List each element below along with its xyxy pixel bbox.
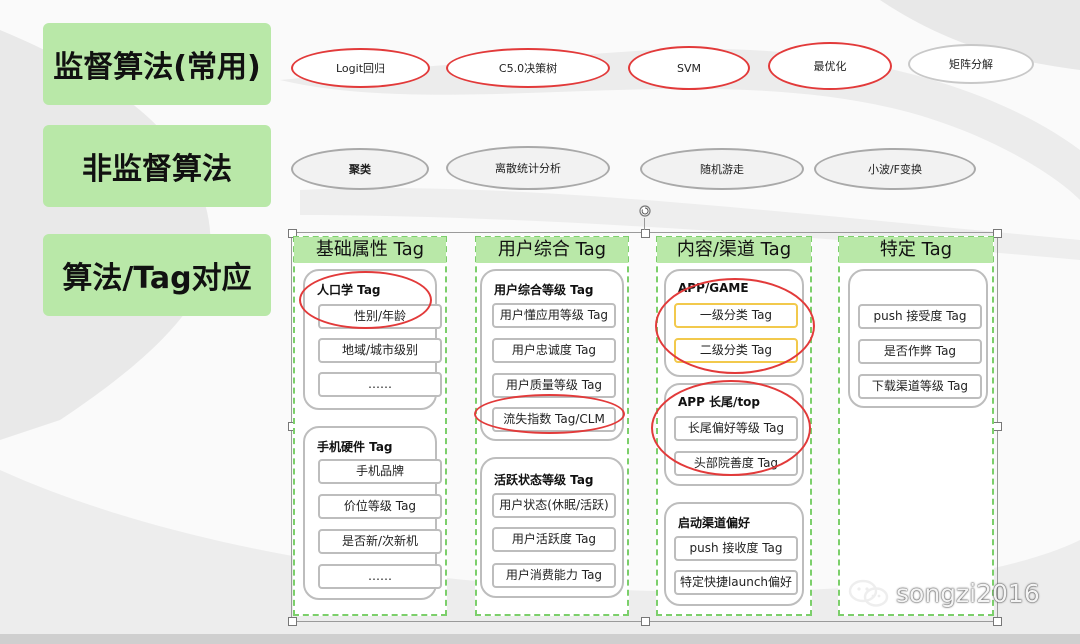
tag-item: push 接受度 Tag	[858, 304, 982, 329]
mapping-label: 算法/Tag对应	[43, 234, 271, 316]
resize-handle[interactable]	[288, 617, 297, 626]
group-title: 启动渠道偏好	[678, 516, 751, 530]
tag-item: 是否作弊 Tag	[858, 339, 982, 364]
algo-wavelet: 小波/F变换	[814, 148, 976, 190]
resize-handle[interactable]	[993, 617, 1002, 626]
panel-basic-attributes: 基础属性 Tag 人口学 Tag 性别/年龄 地域/城市级别 …… 手机硬件 T…	[293, 236, 447, 616]
tag-item: 地域/城市级别	[318, 338, 442, 363]
tag-item: 特定快捷launch偏好	[674, 570, 798, 595]
tag-item: ……	[318, 564, 442, 589]
watermark: songzi2016	[848, 576, 1040, 610]
tag-item: 用户状态(休眠/活跃)	[492, 493, 616, 518]
algo-random-walk: 随机游走	[640, 148, 804, 190]
resize-handle[interactable]	[641, 229, 650, 238]
group-active-status: 活跃状态等级 Tag 用户状态(休眠/活跃) 用户活跃度 Tag 用户消费能力 …	[480, 457, 624, 598]
group-title: APP 长尾/top	[678, 395, 761, 409]
tag-item: 头部院善度 Tag	[674, 451, 798, 476]
group-title: APP/GAME	[678, 281, 749, 295]
group-launch-channel: 启动渠道偏好 push 接收度 Tag 特定快捷launch偏好	[664, 502, 804, 606]
resize-handle[interactable]	[993, 422, 1002, 431]
tag-item: 长尾偏好等级 Tag	[674, 416, 798, 441]
algo-discrete-stats: 离散统计分析	[446, 146, 610, 190]
group-hardware: 手机硬件 Tag 手机品牌 价位等级 Tag 是否新/次新机 ……	[303, 426, 442, 600]
tag-item: 用户质量等级 Tag	[492, 373, 616, 398]
panel-content-channel: 内容/渠道 Tag APP/GAME 一级分类 Tag 二级分类 Tag APP…	[656, 236, 812, 616]
panel-user-composite: 用户综合 Tag 用户综合等级 Tag 用户懂应用等级 Tag 用户忠诚度 Ta…	[475, 236, 629, 616]
tag-item: 二级分类 Tag	[674, 338, 798, 363]
tag-item: 一级分类 Tag	[674, 303, 798, 328]
tag-item: 是否新/次新机	[318, 529, 442, 554]
group-title: 活跃状态等级 Tag	[494, 473, 594, 487]
rotate-handle-icon[interactable]	[638, 204, 652, 218]
tag-item: 用户消费能力 Tag	[492, 563, 616, 588]
tag-item: 流失指数 Tag/CLM	[492, 407, 616, 432]
supervised-label: 监督算法(常用)	[43, 23, 271, 105]
tag-item: 用户忠诚度 Tag	[492, 338, 616, 363]
group-title: 用户综合等级 Tag	[494, 283, 594, 297]
rotate-connector	[644, 218, 645, 230]
panel-header: 用户综合 Tag	[476, 237, 628, 263]
group-specific: push 接受度 Tag 是否作弊 Tag 下载渠道等级 Tag	[848, 269, 988, 408]
algo-matrix-factorization: 矩阵分解	[908, 44, 1034, 84]
wechat-icon	[848, 579, 889, 607]
panel-header: 内容/渠道 Tag	[657, 237, 811, 263]
tag-item: 用户活跃度 Tag	[492, 527, 616, 552]
bottom-band	[0, 634, 1080, 644]
tag-item: 价位等级 Tag	[318, 494, 442, 519]
tag-item: ……	[318, 372, 442, 397]
group-title: 人口学 Tag	[317, 283, 381, 297]
group-title: 手机硬件 Tag	[317, 440, 393, 454]
group-app-game: APP/GAME 一级分类 Tag 二级分类 Tag	[664, 269, 804, 377]
group-app-longtail: APP 长尾/top 长尾偏好等级 Tag 头部院善度 Tag	[664, 383, 804, 486]
group-demographics: 人口学 Tag 性别/年龄 地域/城市级别 ……	[303, 269, 442, 410]
algo-optimization: 最优化	[768, 42, 892, 90]
group-user-level: 用户综合等级 Tag 用户懂应用等级 Tag 用户忠诚度 Tag 用户质量等级 …	[480, 269, 624, 441]
panel-header: 特定 Tag	[839, 237, 993, 263]
panel-specific: 特定 Tag push 接受度 Tag 是否作弊 Tag 下载渠道等级 Tag	[838, 236, 994, 616]
resize-handle[interactable]	[993, 229, 1002, 238]
tag-item: 用户懂应用等级 Tag	[492, 303, 616, 328]
tag-item: push 接收度 Tag	[674, 536, 798, 561]
panel-header: 基础属性 Tag	[294, 237, 446, 263]
watermark-text: songzi2016	[896, 578, 1040, 608]
tag-item: 手机品牌	[318, 459, 442, 484]
resize-handle[interactable]	[641, 617, 650, 626]
tag-item: 性别/年龄	[318, 304, 442, 329]
algo-svm: SVM	[628, 46, 750, 90]
unsupervised-label: 非监督算法	[43, 125, 271, 207]
algo-c50: C5.0决策树	[446, 48, 610, 88]
tag-item: 下载渠道等级 Tag	[858, 374, 982, 399]
algo-clustering: 聚类	[291, 148, 429, 190]
algo-logit: Logit回归	[291, 48, 430, 88]
